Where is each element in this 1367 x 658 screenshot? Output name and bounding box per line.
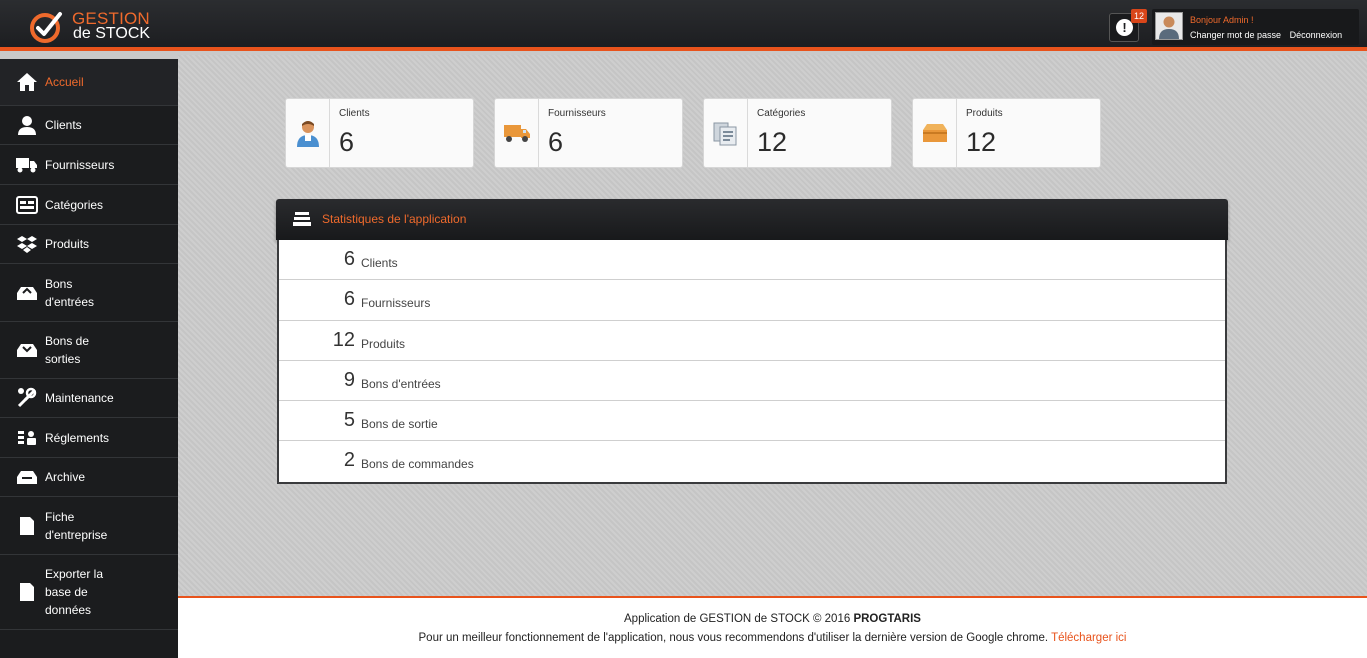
sidebar-item-categories[interactable]: Catégories: [0, 185, 178, 225]
stat-row-bons-entrees: 9 Bons d'entrées: [279, 361, 1225, 402]
catalog-icon: [704, 99, 748, 167]
stat-row-bons-commandes: 2 Bons de commandes: [279, 441, 1225, 481]
footer-copyright-text: Application de GESTION de STOCK © 2016: [624, 613, 854, 625]
document-icon: [16, 515, 38, 537]
wrench-icon: [16, 387, 38, 409]
sidebar-item-label: Maintenance: [45, 391, 114, 405]
avatar-user-icon: [1159, 16, 1179, 39]
card-value: 6: [339, 127, 355, 157]
user-links: Changer mot de passe Déconnexion: [1190, 30, 1348, 40]
sidebar-item-label: Bons d'entrées: [45, 276, 94, 309]
logo-check-icon: [30, 12, 62, 43]
card-categories[interactable]: Catégories 12: [703, 98, 892, 168]
stat-value: 6: [343, 288, 355, 311]
user-greeting: Bonjour Admin !: [1190, 15, 1254, 25]
logo-line1: GESTION: [72, 9, 150, 28]
export-icon: [16, 581, 38, 603]
truck-icon: [495, 99, 539, 167]
logo-line2: de STOCK: [73, 25, 151, 42]
products-icon: [16, 233, 38, 255]
stats-panel-header: Statistiques de l'application: [276, 199, 1228, 240]
sidebar-item-exporter[interactable]: Exporter la base de données: [0, 555, 178, 630]
stat-value: 5: [343, 409, 355, 432]
footer-copyright: Application de GESTION de STOCK © 2016 P…: [178, 613, 1367, 625]
footer-brand: PROGTARIS: [853, 613, 921, 625]
sidebar-item-maintenance[interactable]: Maintenance: [0, 379, 178, 418]
archive-icon: [16, 466, 38, 488]
card-clients[interactable]: Clients 6: [285, 98, 474, 168]
sidebar-item-label: Archive: [45, 470, 86, 484]
card-value: 12: [757, 127, 788, 157]
card-value: 6: [548, 127, 564, 157]
top-bar: GESTION de STOCK ! 12 Bonjour Admin ! Ch…: [0, 0, 1367, 51]
sidebar-item-fournisseurs[interactable]: Fournisseurs: [0, 145, 178, 185]
stat-label: Bons d'entrées: [361, 376, 441, 391]
stat-row-produits: 12 Produits: [279, 321, 1225, 361]
home-icon: [16, 71, 38, 93]
sidebar-item-label: Accueil: [45, 75, 84, 89]
sidebar-item-reglements[interactable]: Réglements: [0, 418, 178, 458]
stats-panel-title: Statistiques de l'application: [322, 212, 467, 226]
sidebar-item-fiche-entreprise[interactable]: Fiche d'entreprise: [0, 497, 178, 555]
categories-icon: [16, 194, 38, 216]
truck-icon: [16, 154, 38, 176]
stat-row-clients: 6 Clients: [279, 240, 1225, 281]
stat-label: Bons de commandes: [361, 457, 474, 472]
stat-label: Fournisseurs: [361, 296, 431, 311]
user-icon: [16, 114, 38, 136]
sidebar-item-bons-entrees[interactable]: Bons d'entrées: [0, 264, 178, 322]
stat-label: Clients: [361, 256, 398, 270]
sidebar-item-label: Clients: [45, 118, 82, 132]
stat-value: 6: [343, 248, 355, 270]
card-produits[interactable]: Produits 12: [912, 98, 1101, 168]
card-label: Clients: [339, 108, 370, 119]
sidebar: Accueil Clients Fournisseurs Catégories …: [0, 59, 178, 658]
stat-row-fournisseurs: 6 Fournisseurs: [279, 280, 1225, 321]
card-label: Fournisseurs: [548, 108, 606, 119]
stack-icon: [293, 212, 311, 226]
stat-value: 9: [343, 368, 355, 391]
footer-recommendation-text: Pour un meilleur fonctionnement de l'app…: [418, 632, 1052, 644]
inbox-out-icon: [16, 339, 38, 361]
footer-recommendation: Pour un meilleur fonctionnement de l'app…: [178, 632, 1367, 644]
payments-icon: [16, 427, 38, 449]
sidebar-item-clients[interactable]: Clients: [0, 106, 178, 145]
sidebar-item-label: Exporter la base de données: [45, 567, 104, 617]
change-password-link[interactable]: Changer mot de passe: [1190, 30, 1281, 40]
notification-count-badge: 12: [1131, 9, 1147, 23]
sidebar-item-accueil[interactable]: Accueil: [0, 59, 178, 106]
footer: Application de GESTION de STOCK © 2016 P…: [178, 596, 1367, 658]
box-icon: [913, 99, 957, 167]
sidebar-item-label: Catégories: [45, 197, 104, 212]
stat-label: Produits: [361, 336, 406, 351]
card-fournisseurs[interactable]: Fournisseurs 6: [494, 98, 683, 168]
stat-row-bons-sortie: 5 Bons de sortie: [279, 401, 1225, 442]
sidebar-item-produits[interactable]: Produits: [0, 225, 178, 264]
sidebar-item-bons-sorties[interactable]: Bons de sorties: [0, 322, 178, 379]
download-chrome-link[interactable]: Télécharger ici: [1051, 632, 1126, 644]
stats-panel: Statistiques de l'application 6 Clients …: [276, 199, 1228, 484]
logout-link[interactable]: Déconnexion: [1290, 30, 1343, 40]
stat-value: 12: [332, 328, 355, 351]
avatar: [1155, 12, 1183, 40]
stat-label: Bons de sortie: [361, 417, 438, 432]
sidebar-item-label: Bons de sorties: [45, 334, 90, 366]
sidebar-item-label: Fournisseurs: [45, 157, 115, 172]
card-value: 12: [966, 127, 997, 157]
client-icon: [286, 99, 330, 167]
stat-value: 2: [343, 449, 355, 472]
sidebar-item-label: Réglements: [45, 430, 110, 445]
stats-list: 6 Clients 6 Fournisseurs 12 Produits 9 B…: [277, 240, 1227, 484]
inbox-in-icon: [16, 282, 38, 304]
card-label: Catégories: [757, 108, 806, 119]
sidebar-item-label: Produits: [45, 237, 90, 251]
user-panel: Bonjour Admin ! Changer mot de passe Déc…: [1152, 9, 1359, 45]
sidebar-item-label: Fiche d'entreprise: [45, 509, 108, 542]
logo-text: GESTION de STOCK: [72, 9, 151, 42]
sidebar-item-archive[interactable]: Archive: [0, 458, 178, 497]
card-label: Produits: [966, 108, 1003, 119]
